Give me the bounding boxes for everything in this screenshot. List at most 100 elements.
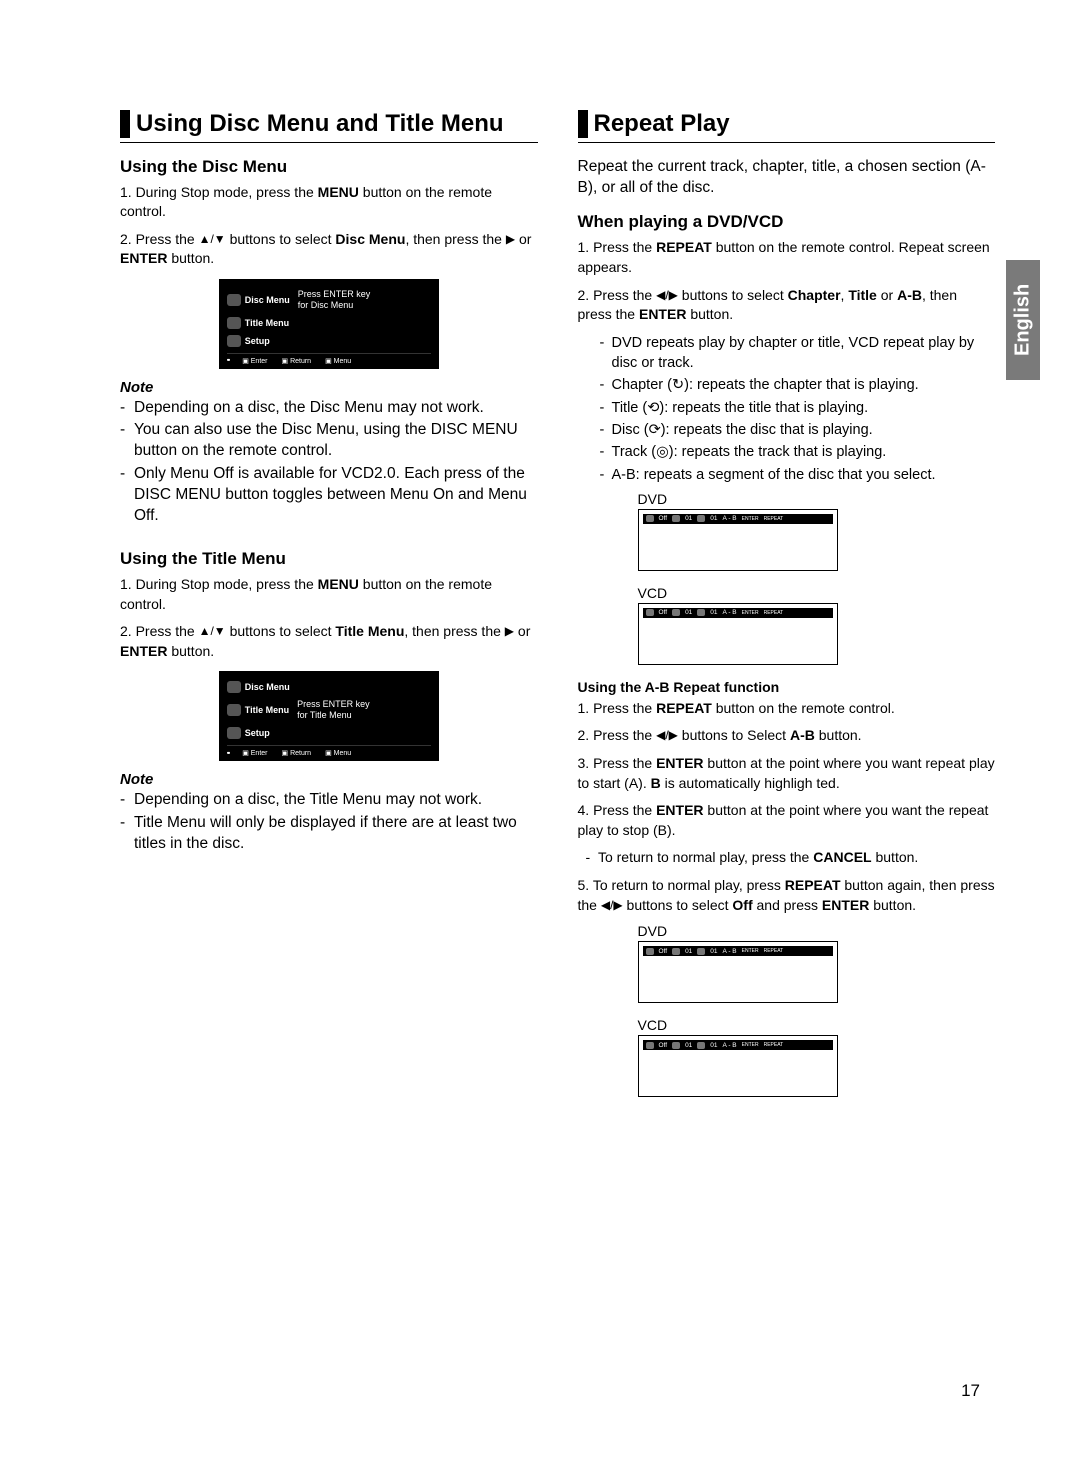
text: Off — [659, 1042, 668, 1049]
osd-footer-enter: ▣ Enter — [242, 357, 267, 365]
repeat-icon — [646, 1042, 654, 1049]
sub-item: Chapter (↻): repeats the chapter that is… — [600, 375, 996, 395]
ab-return-normal: - To return to normal play, press the CA… — [578, 848, 996, 868]
text: and press — [753, 897, 822, 913]
text: A - B — [723, 515, 737, 522]
text: ENTER — [742, 516, 759, 522]
text-bold: ENTER — [822, 897, 869, 913]
osd-item: Disc Menu — [245, 295, 290, 305]
text: Title ( — [612, 400, 648, 416]
text: To return to normal play, press the — [598, 849, 813, 865]
note-item: You can also use the Disc Menu, using th… — [120, 420, 538, 462]
subheading-dvd-vcd: When playing a DVD/VCD — [578, 212, 996, 232]
repeat-icon — [646, 515, 654, 522]
osd-footer-enter: ▣ Enter — [242, 749, 267, 757]
track-icon — [672, 609, 680, 616]
text-bold: A-B — [790, 727, 815, 743]
play-icon: ▶ — [506, 231, 515, 248]
repeat-icon — [646, 948, 654, 955]
text: buttons to select — [226, 623, 336, 639]
section-title-disc-title-menu: Using Disc Menu and Title Menu — [120, 110, 538, 138]
text-bold: Off — [732, 897, 752, 913]
text: ENTER — [742, 1042, 759, 1048]
text: Off — [659, 515, 668, 522]
text-bold: ENTER — [120, 643, 167, 659]
osd-item: Title Menu — [245, 705, 289, 715]
subheading-disc-menu: Using the Disc Menu — [120, 157, 538, 177]
sub-item: Title (⟲): repeats the title that is pla… — [600, 398, 996, 418]
text: Off — [659, 609, 668, 616]
repeat-strip-vcd: VCD Off 01 01 A - B ENTER REPEAT — [638, 585, 838, 665]
osd-footer-menu: ▣ Menu — [325, 357, 351, 365]
text: 2. Press the — [120, 231, 199, 247]
strip-bar: Off 01 01 A - B ENTER REPEAT — [643, 608, 833, 618]
text: ENTER — [742, 948, 759, 954]
osd-row: Setup — [227, 727, 431, 739]
strip-bar: Off 01 01 A - B ENTER REPEAT — [643, 946, 833, 956]
text: REPEAT — [764, 516, 784, 522]
note-item: Depending on a disc, the Disc Menu may n… — [120, 398, 538, 419]
ab-step-5: 5. To return to normal play, press REPEA… — [578, 876, 996, 915]
note-item: Title Menu will only be displayed if the… — [120, 813, 538, 855]
text: , then press the — [405, 231, 505, 247]
text: buttons to Select — [678, 727, 790, 743]
text-bold: REPEAT — [656, 700, 712, 716]
osd-footer-menu: ▣ Menu — [325, 749, 351, 757]
up-down-icon: ▲/▼ — [199, 623, 226, 640]
text: 4. Press the — [578, 802, 657, 818]
text: or — [514, 623, 530, 639]
text: , then press the — [404, 623, 504, 639]
strip-label: VCD — [638, 585, 838, 601]
title-icon — [227, 317, 241, 329]
text: 1. Press the — [578, 239, 657, 255]
text-bold: CANCEL — [813, 849, 871, 865]
strip-box: Off 01 01 A - B ENTER REPEAT — [638, 1035, 838, 1097]
text-bold: ENTER — [639, 306, 686, 322]
text: buttons to select — [623, 897, 733, 913]
strip-bar: Off 01 01 A - B ENTER REPEAT — [643, 1040, 833, 1050]
subheading-title-menu: Using the Title Menu — [120, 549, 538, 569]
ab-step-2: 2. Press the ◀/▶ buttons to Select A-B b… — [578, 726, 996, 746]
text: ): repeats the track that is playing. — [669, 444, 887, 460]
text-bold: Title — [848, 287, 877, 303]
text-bold: ENTER — [656, 802, 703, 818]
note-label: Note — [120, 379, 538, 396]
left-column: Using Disc Menu and Title Menu Using the… — [120, 110, 538, 1111]
title-step-1: 1. During Stop mode, press the MENU butt… — [120, 575, 538, 614]
repeat-step-2: 2. Press the ◀/▶ buttons to select Chapt… — [578, 286, 996, 325]
text: buttons to select — [678, 287, 788, 303]
sub-item: Track (◎): repeats the track that is pla… — [600, 442, 996, 462]
text: button. — [686, 306, 733, 322]
text-bold: Chapter — [788, 287, 841, 303]
text-bold: MENU — [318, 184, 359, 200]
text: Press ENTER key — [297, 699, 370, 709]
play-icon: ▶ — [505, 623, 514, 640]
text: for Title Menu — [297, 710, 352, 720]
title-icon — [227, 704, 241, 716]
strip-box: Off 01 01 A - B ENTER REPEAT — [638, 603, 838, 665]
text: button. — [167, 643, 214, 659]
note-item: Depending on a disc, the Title Menu may … — [120, 790, 538, 811]
sub-item: Disc (⟳): repeats the disc that is playi… — [600, 420, 996, 440]
strip-box: Off 01 01 A - B ENTER REPEAT — [638, 509, 838, 571]
text: for Disc Menu — [298, 300, 354, 310]
title-step-2: 2. Press the ▲/▼ buttons to select Title… — [120, 622, 538, 661]
title-icon — [697, 948, 705, 955]
note-item: Only Menu Off is available for VCD2.0. E… — [120, 464, 538, 527]
osd-screenshot-disc: Disc Menu Press ENTER key for Disc Menu … — [219, 279, 439, 369]
text: 01 — [710, 948, 717, 955]
track-repeat-icon: ◎ — [656, 444, 669, 460]
osd-row: Title Menu — [227, 317, 431, 329]
osd-footer-return: ▣ Return — [282, 357, 312, 365]
text: button. — [815, 727, 862, 743]
left-right-icon: ◀/▶ — [656, 287, 678, 304]
osd-row: Disc Menu — [227, 681, 431, 693]
text: ): repeats the title that is playing. — [659, 400, 868, 416]
osd-hint: Press ENTER key for Disc Menu — [298, 289, 371, 311]
text: buttons to select — [226, 231, 336, 247]
text: button. — [167, 250, 214, 266]
strip-label: DVD — [638, 923, 838, 939]
text: Track ( — [612, 444, 657, 460]
osd-screenshot-title: Disc Menu Title Menu Press ENTER key for… — [219, 671, 439, 761]
left-right-icon: ◀/▶ — [656, 727, 678, 744]
